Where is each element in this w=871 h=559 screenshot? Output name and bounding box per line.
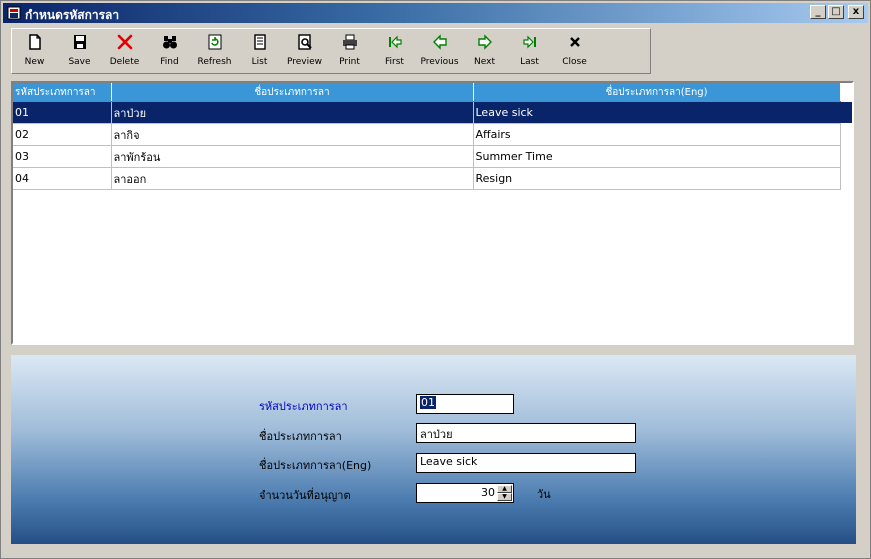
new-label: New bbox=[24, 57, 45, 67]
find-button[interactable]: Find bbox=[147, 29, 192, 73]
cell-code[interactable]: 03 bbox=[13, 145, 112, 168]
title-bar[interactable]: กำหนดรหัสการลา _ □ x bbox=[3, 3, 868, 23]
spin-arrows: ▲ ▼ bbox=[497, 485, 512, 501]
leave-type-grid[interactable]: รหัสประเภทการลา ชื่อประเภทการลา ชื่อประเ… bbox=[11, 81, 854, 345]
cell-name[interactable]: ลาออก bbox=[111, 167, 474, 190]
list-document-icon bbox=[253, 34, 266, 50]
close-x-icon bbox=[569, 37, 580, 47]
cell-code[interactable]: 01 bbox=[13, 101, 112, 124]
days-unit: วัน bbox=[537, 488, 551, 501]
days-value: 30 bbox=[481, 486, 495, 499]
new-button[interactable]: New bbox=[12, 29, 57, 73]
table-row[interactable]: 02 ลากิจ Affairs bbox=[13, 123, 841, 146]
cell-name-eng[interactable]: Summer Time bbox=[473, 145, 841, 168]
last-button[interactable]: Last bbox=[507, 29, 552, 73]
column-header-code[interactable]: รหัสประเภทการลา bbox=[13, 83, 112, 102]
table-row[interactable]: 04 ลาออก Resign bbox=[13, 167, 841, 190]
previous-button[interactable]: Previous bbox=[417, 29, 462, 73]
table-row[interactable]: 03 ลาพักร้อน Summer Time bbox=[13, 145, 841, 168]
list-label: List bbox=[251, 57, 268, 67]
print-label: Print bbox=[339, 57, 360, 67]
delete-label: Delete bbox=[109, 57, 140, 67]
close-button[interactable]: Close bbox=[552, 29, 597, 73]
cell-name-eng[interactable]: Resign bbox=[473, 167, 841, 190]
application-window: กำหนดรหัสการลา _ □ x New Save Delete Fin… bbox=[0, 0, 871, 559]
window-title: กำหนดรหัสการลา bbox=[25, 8, 120, 22]
column-header-name-eng[interactable]: ชื่อประเภทการลา(Eng) bbox=[473, 83, 841, 102]
cell-code[interactable]: 02 bbox=[13, 123, 112, 146]
next-label: Next bbox=[474, 57, 495, 67]
name-field[interactable]: ลาป่วย bbox=[416, 423, 636, 443]
code-field[interactable]: 01 bbox=[416, 394, 514, 414]
refresh-icon bbox=[208, 34, 221, 50]
list-button[interactable]: List bbox=[237, 29, 282, 73]
save-label: Save bbox=[68, 57, 91, 67]
cell-code[interactable]: 04 bbox=[13, 167, 112, 190]
close-window-button[interactable]: x bbox=[848, 5, 864, 19]
last-label: Last bbox=[520, 57, 539, 67]
first-label: First bbox=[385, 57, 404, 67]
name-eng-field[interactable]: Leave sick bbox=[416, 453, 636, 473]
previous-arrow-icon bbox=[432, 34, 447, 50]
cell-name[interactable]: ลากิจ bbox=[111, 123, 474, 146]
close-label: Close bbox=[562, 57, 587, 67]
name-label: ชื่อประเภทการลา bbox=[259, 430, 342, 443]
cell-name[interactable]: ลาป่วย bbox=[111, 101, 474, 124]
last-record-icon bbox=[522, 35, 536, 49]
save-button[interactable]: Save bbox=[57, 29, 102, 73]
print-button[interactable]: Print bbox=[327, 29, 372, 73]
red-x-icon bbox=[117, 34, 132, 50]
floppy-disk-icon bbox=[73, 35, 86, 49]
cell-name-eng[interactable]: Affairs bbox=[473, 123, 841, 146]
print-preview-icon bbox=[297, 34, 312, 50]
refresh-button[interactable]: Refresh bbox=[192, 29, 237, 73]
toolbar: New Save Delete Find Refresh List Previe… bbox=[11, 28, 651, 74]
column-header-name[interactable]: ชื่อประเภทการลา bbox=[111, 83, 474, 102]
grid-header-row: รหัสประเภทการลา ชื่อประเภทการลา ชื่อประเ… bbox=[13, 83, 841, 102]
window-controls: _ □ x bbox=[810, 5, 864, 19]
delete-button[interactable]: Delete bbox=[102, 29, 147, 73]
next-arrow-icon bbox=[477, 34, 492, 50]
days-stepper[interactable]: 30 ▲ ▼ bbox=[416, 483, 514, 503]
cell-name[interactable]: ลาพักร้อน bbox=[111, 145, 474, 168]
binoculars-icon bbox=[162, 36, 177, 49]
spin-up-icon[interactable]: ▲ bbox=[497, 485, 512, 493]
code-label: รหัสประเภทการลา bbox=[259, 400, 348, 413]
days-label: จำนวนวันที่อนุญาต bbox=[259, 489, 351, 502]
cell-name-eng[interactable]: Leave sick bbox=[473, 101, 841, 124]
find-label: Find bbox=[160, 57, 179, 67]
code-value: 01 bbox=[420, 396, 436, 409]
minimize-button[interactable]: _ bbox=[810, 5, 826, 19]
table-row[interactable]: 01 ลาป่วย Leave sick bbox=[13, 101, 841, 124]
selection-row-indicator bbox=[838, 102, 852, 123]
preview-button[interactable]: Preview bbox=[282, 29, 327, 73]
detail-form-panel: รหัสประเภทการลา 01 ชื่อประเภทการลา ลาป่ว… bbox=[11, 355, 856, 544]
spin-down-icon[interactable]: ▼ bbox=[497, 493, 512, 501]
previous-label: Previous bbox=[420, 57, 459, 67]
leave-type-table: รหัสประเภทการลา ชื่อประเภทการลา ชื่อประเ… bbox=[13, 83, 841, 190]
refresh-label: Refresh bbox=[197, 57, 232, 67]
printer-icon bbox=[342, 34, 357, 50]
first-record-icon bbox=[388, 35, 402, 49]
next-button[interactable]: Next bbox=[462, 29, 507, 73]
preview-label: Preview bbox=[286, 57, 323, 67]
first-button[interactable]: First bbox=[372, 29, 417, 73]
name-eng-label: ชื่อประเภทการลา(Eng) bbox=[259, 459, 372, 472]
new-page-icon bbox=[28, 34, 41, 50]
app-icon bbox=[7, 6, 21, 20]
maximize-button[interactable]: □ bbox=[828, 5, 844, 19]
